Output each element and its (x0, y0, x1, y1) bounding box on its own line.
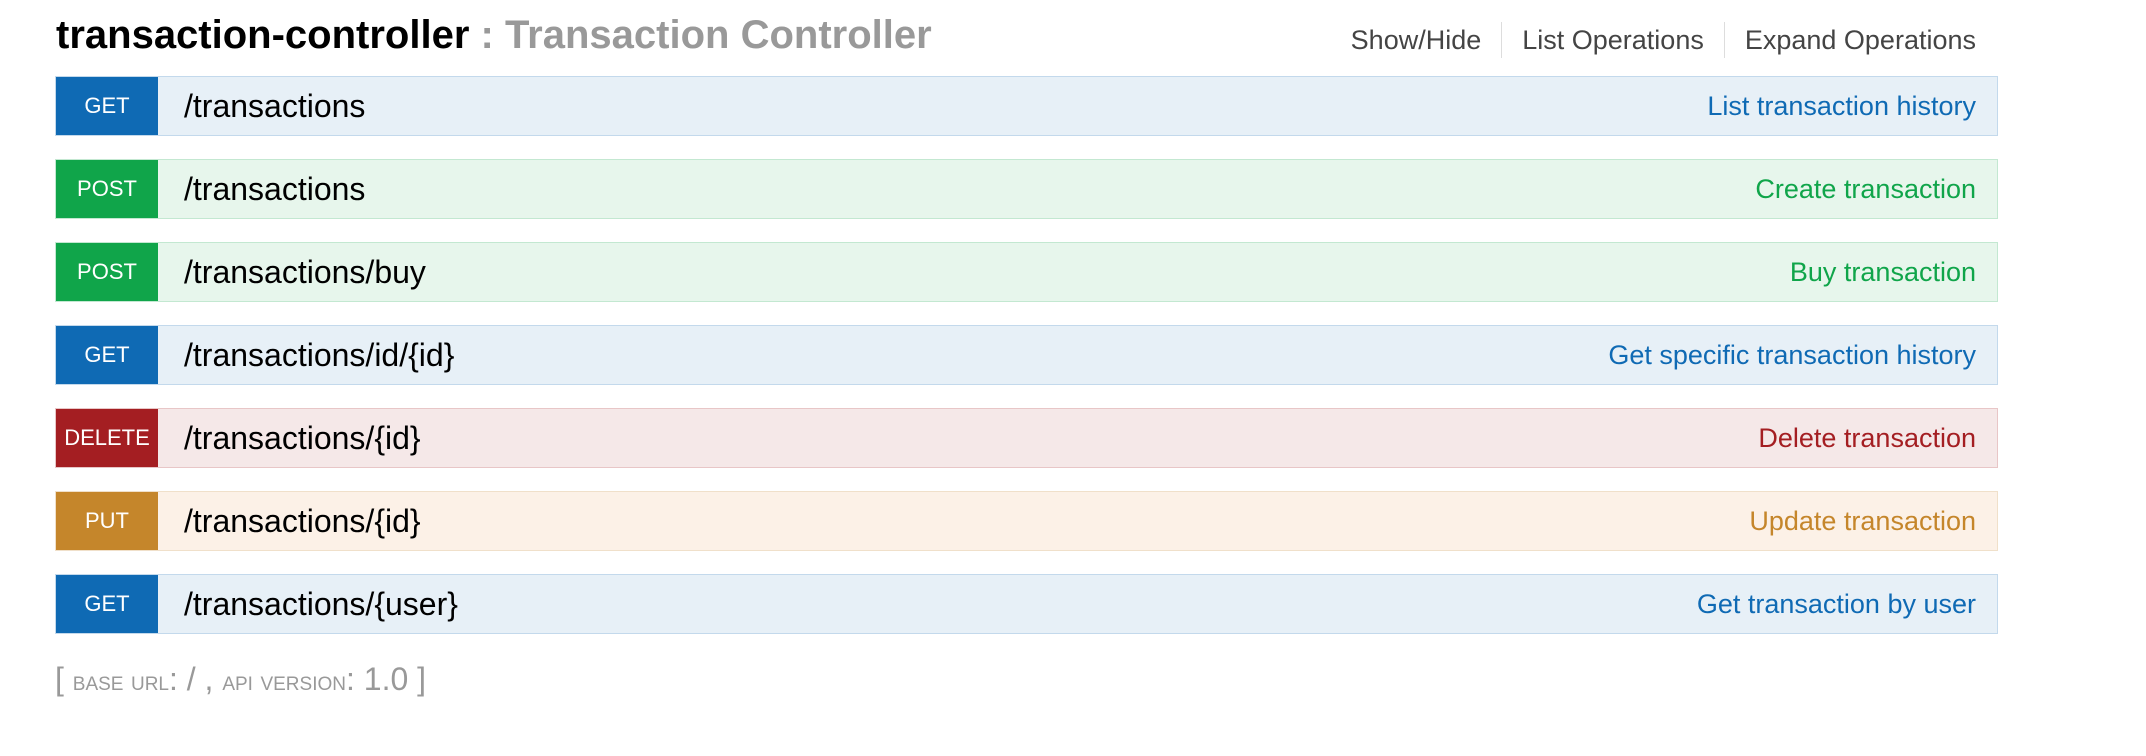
api-info-footer: [ Base url: / , Api version: 1.0 ] (55, 661, 426, 698)
operation-summary[interactable]: Get transaction by user (1697, 575, 1976, 633)
resource-description: Transaction Controller (504, 13, 932, 57)
operation-post-transactions-buy[interactable]: POST /transactions/buy Buy transaction (55, 242, 1998, 302)
operation-summary[interactable]: List transaction history (1707, 77, 1976, 135)
http-method-badge[interactable]: GET (56, 575, 158, 633)
resource-separator: : (469, 13, 505, 57)
operation-summary[interactable]: Update transaction (1749, 492, 1976, 550)
resource-section: transaction-controller : Transaction Con… (55, 0, 1998, 657)
resource-header: transaction-controller : Transaction Con… (55, 0, 1998, 76)
resource-name-link[interactable]: transaction-controller (56, 13, 469, 57)
operation-get-transaction-by-id[interactable]: GET /transactions/id/{id} Get specific t… (55, 325, 1998, 385)
operation-summary[interactable]: Delete transaction (1758, 409, 1976, 467)
show-hide-link[interactable]: Show/Hide (1331, 20, 1502, 60)
operations-list: GET /transactions List transaction histo… (55, 76, 1998, 634)
expand-operations-link[interactable]: Expand Operations (1725, 20, 1976, 60)
resource-options: Show/Hide List Operations Expand Operati… (1331, 20, 1976, 60)
operation-path[interactable]: /transactions/{user} (184, 586, 458, 623)
operation-path[interactable]: /transactions (184, 171, 365, 208)
operation-path[interactable]: /transactions/{id} (184, 503, 421, 540)
http-method-badge[interactable]: GET (56, 77, 158, 135)
http-method-badge[interactable]: DELETE (56, 409, 158, 467)
api-version-label: Api version (222, 666, 346, 696)
operation-summary[interactable]: Get specific transaction history (1608, 326, 1976, 384)
operation-get-transaction-by-user[interactable]: GET /transactions/{user} Get transaction… (55, 574, 1998, 634)
http-method-badge[interactable]: POST (56, 243, 158, 301)
operation-summary[interactable]: Create transaction (1755, 160, 1976, 218)
operation-path[interactable]: /transactions (184, 88, 365, 125)
operation-path[interactable]: /transactions/{id} (184, 420, 421, 457)
operation-get-transactions[interactable]: GET /transactions List transaction histo… (55, 76, 1998, 136)
operation-put-transaction[interactable]: PUT /transactions/{id} Update transactio… (55, 491, 1998, 551)
footer-close-bracket: ] (417, 661, 427, 697)
base-url-label: Base url (72, 666, 169, 696)
resource-heading: transaction-controller : Transaction Con… (56, 10, 932, 60)
operation-post-transactions[interactable]: POST /transactions Create transaction (55, 159, 1998, 219)
list-operations-link[interactable]: List Operations (1502, 20, 1724, 60)
api-version-value: : 1.0 (345, 661, 418, 697)
footer-open-bracket: [ (55, 661, 73, 697)
operation-path[interactable]: /transactions/buy (184, 254, 426, 291)
http-method-badge[interactable]: POST (56, 160, 158, 218)
http-method-badge[interactable]: PUT (56, 492, 158, 550)
http-method-badge[interactable]: GET (56, 326, 158, 384)
operation-delete-transaction[interactable]: DELETE /transactions/{id} Delete transac… (55, 408, 1998, 468)
operation-path[interactable]: /transactions/id/{id} (184, 337, 454, 374)
operation-summary[interactable]: Buy transaction (1790, 243, 1976, 301)
base-url-value: : / , (168, 661, 223, 697)
